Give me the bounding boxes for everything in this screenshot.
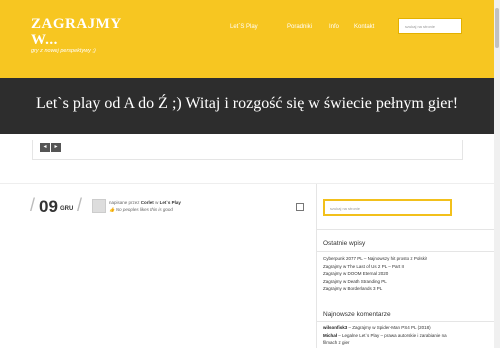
- slider-next-button[interactable]: ▸: [51, 143, 61, 152]
- date-slash: /: [30, 195, 36, 215]
- comment-item: Michał – Legalne Let`s Play – prawa auto…: [323, 333, 447, 338]
- author-avatar: [92, 199, 106, 213]
- content-divider: [0, 183, 494, 184]
- post-format-icon: [296, 203, 304, 211]
- comment-post-link[interactable]: – Zagrajmy w Spider-Man PS4 PL (2018): [349, 325, 431, 330]
- comment-author[interactable]: Michał: [323, 333, 337, 338]
- comment-author[interactable]: wilsonfisk3: [323, 325, 347, 330]
- meta-prefix: napisane przez: [109, 200, 140, 205]
- page-scrollbar[interactable]: [494, 0, 500, 348]
- scrollbar-thumb[interactable]: [495, 8, 499, 48]
- nav-item-poradniki[interactable]: Poradniki: [287, 24, 312, 30]
- post-author-link[interactable]: Corlet: [141, 200, 154, 205]
- sidebar-separator: [317, 229, 494, 230]
- nav-item-info[interactable]: Info: [329, 24, 339, 30]
- post-date-month: GRU: [60, 206, 74, 212]
- hero-banner: Let`s play od A do Ź ;) Witaj i rozgość …: [0, 78, 494, 134]
- recent-comments-title: Najnowsze komentarze: [323, 311, 391, 318]
- recent-comments-rule: [317, 321, 494, 322]
- likes-text: No peoples likes this is good: [115, 207, 173, 212]
- comment-item: wilsonfisk3 – Zagrajmy w Spider-Man PS4 …: [323, 325, 431, 330]
- slider-prev-button[interactable]: ◂: [40, 143, 50, 152]
- recent-post-link[interactable]: Zagrajmy w DOOM Eternal 2020: [323, 271, 388, 276]
- recent-post-link[interactable]: Zagrajmy w Death Stranding PL: [323, 279, 387, 284]
- recent-posts-rule: [317, 251, 494, 252]
- meta-in: w: [155, 200, 159, 205]
- comment-item: filmach z gier: [323, 340, 350, 345]
- comment-post-link[interactable]: – Legalne Let`s Play – prawa autorskie i…: [338, 333, 446, 338]
- nav-item-kontakt[interactable]: Kontakt: [354, 24, 374, 30]
- slider-container: ◂ ▸: [32, 140, 463, 160]
- sidebar-border: [316, 184, 317, 348]
- sidebar-search-input[interactable]: szukaj na stronie: [323, 199, 452, 216]
- site-header: ZAGRAJMY W... gry z nowej perspektywy ;)…: [0, 0, 494, 78]
- post-likes: 👍 No peoples likes this is good: [109, 207, 173, 213]
- recent-post-link[interactable]: Zagrajmy w The Last of Us 2 PL – Part II: [323, 264, 404, 269]
- post-date-day: 09: [39, 197, 58, 216]
- recent-post-link[interactable]: Zagrajmy w Borderlands 3 PL: [323, 286, 382, 291]
- thumbs-up-icon: 👍: [109, 207, 115, 212]
- comment-post-link[interactable]: filmach z gier: [323, 340, 350, 345]
- post-category-link[interactable]: Let`s Play: [160, 200, 181, 205]
- recent-post-link[interactable]: Cyberpunk 2077 PL – Najnowszy hit prosto…: [323, 256, 427, 261]
- meta-slash: /: [77, 195, 83, 215]
- recent-posts-title: Ostatnie wpisy: [323, 240, 366, 247]
- site-tagline: gry z nowej perspektywy ;): [31, 48, 96, 54]
- header-search-input[interactable]: szukaj na stronie: [398, 18, 462, 34]
- post-meta: napisane przez Corlet w Let`s Play: [109, 200, 181, 205]
- nav-item-lets-play[interactable]: Let`S Play: [230, 24, 258, 30]
- banner-title: Let`s play od A do Ź ;) Witaj i rozgość …: [35, 95, 459, 112]
